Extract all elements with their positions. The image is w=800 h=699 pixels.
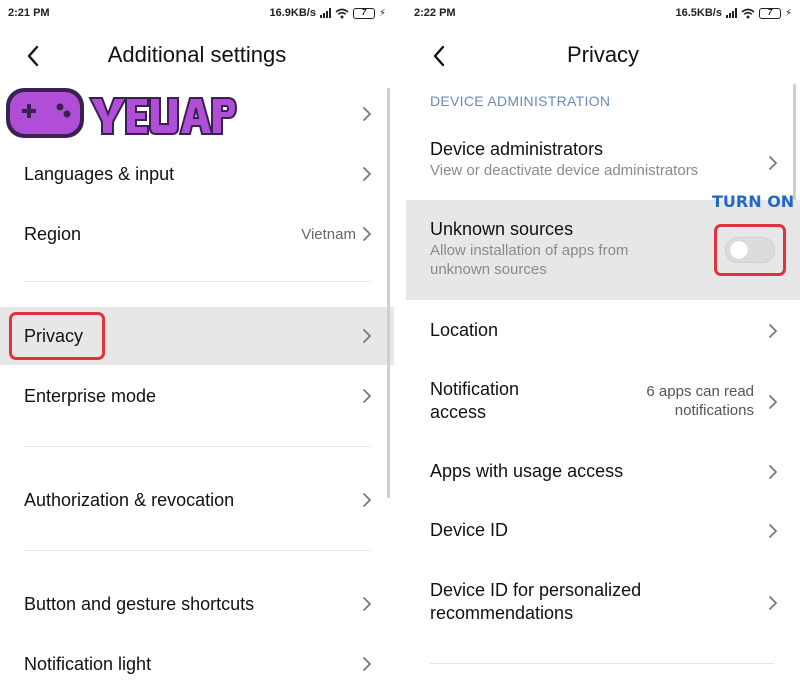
yeuapk-logo (6, 88, 238, 138)
region-row[interactable]: Region Vietnam (0, 210, 394, 258)
chevron-right-icon (362, 328, 372, 344)
device-id-row[interactable]: Device ID (406, 519, 800, 543)
authorization-revocation-row[interactable]: Authorization & revocation (0, 476, 394, 524)
chevron-right-icon (768, 323, 778, 339)
device-administrators-row[interactable]: Device administrators View or deactivate… (406, 138, 800, 188)
chevron-right-icon (362, 492, 372, 508)
battery-icon: 7 (352, 7, 375, 19)
signal-icon (319, 8, 331, 18)
divider (24, 550, 370, 551)
page-title: Additional settings (107, 42, 287, 67)
unknown-sources-toggle[interactable] (725, 237, 775, 263)
chevron-right-icon (362, 166, 372, 182)
chevron-right-icon (362, 388, 372, 404)
network-speed: 16.5KB/s (675, 7, 722, 19)
divider (24, 281, 370, 282)
device-id-personalized-row[interactable]: Device ID for personalized recommendatio… (406, 579, 800, 627)
wifi-icon (741, 8, 755, 18)
privacy-highlight-box (9, 312, 105, 360)
header: Additional settings (0, 36, 394, 76)
header: Privacy (406, 36, 800, 76)
apps-usage-access-row[interactable]: Apps with usage access (406, 460, 800, 484)
signal-icon (725, 8, 737, 18)
charging-icon: ⚡ (378, 7, 386, 19)
languages-input-row[interactable]: Languages & input (0, 150, 394, 198)
status-bar: 2:21 PM 16.9KB/s 7 ⚡ (0, 0, 394, 26)
chevron-right-icon (362, 596, 372, 612)
turn-on-annotation: TURN ON (712, 192, 795, 211)
location-row[interactable]: Location (406, 319, 800, 343)
chevron-right-icon (768, 523, 778, 539)
battery-icon: 7 (758, 7, 781, 19)
chevron-right-icon (362, 226, 372, 242)
scrollbar[interactable] (387, 88, 390, 498)
chevron-right-icon (768, 155, 778, 171)
status-bar: 2:22 PM 16.5KB/s 7 ⚡ (406, 0, 800, 26)
chevron-right-icon (362, 656, 372, 672)
status-time: 2:22 PM (414, 7, 456, 19)
section-title-device-administration: DEVICE ADMINISTRATION (430, 93, 611, 109)
button-gesture-shortcuts-row[interactable]: Button and gesture shortcuts (0, 580, 394, 628)
notification-light-row[interactable]: Notification light (0, 640, 394, 688)
wifi-icon (335, 8, 349, 18)
chevron-right-icon (362, 106, 372, 122)
divider (24, 446, 370, 447)
chevron-right-icon (768, 394, 778, 410)
additional-settings-screen: 2:21 PM 16.9KB/s 7 ⚡ Additional settings… (0, 0, 394, 699)
chevron-right-icon (768, 595, 778, 611)
charging-icon: ⚡ (784, 7, 792, 19)
notification-access-row[interactable]: Notification access 6 apps can read noti… (406, 378, 800, 426)
enterprise-mode-row[interactable]: Enterprise mode (0, 372, 394, 420)
divider (430, 663, 774, 664)
network-speed: 16.9KB/s (269, 7, 316, 19)
page-title: Privacy (566, 42, 640, 67)
chevron-right-icon (768, 464, 778, 480)
notification-access-value: 6 apps can read notifications (646, 383, 754, 419)
region-value: Vietnam (301, 225, 356, 243)
toggle-knob (730, 241, 748, 259)
status-time: 2:21 PM (8, 7, 50, 19)
